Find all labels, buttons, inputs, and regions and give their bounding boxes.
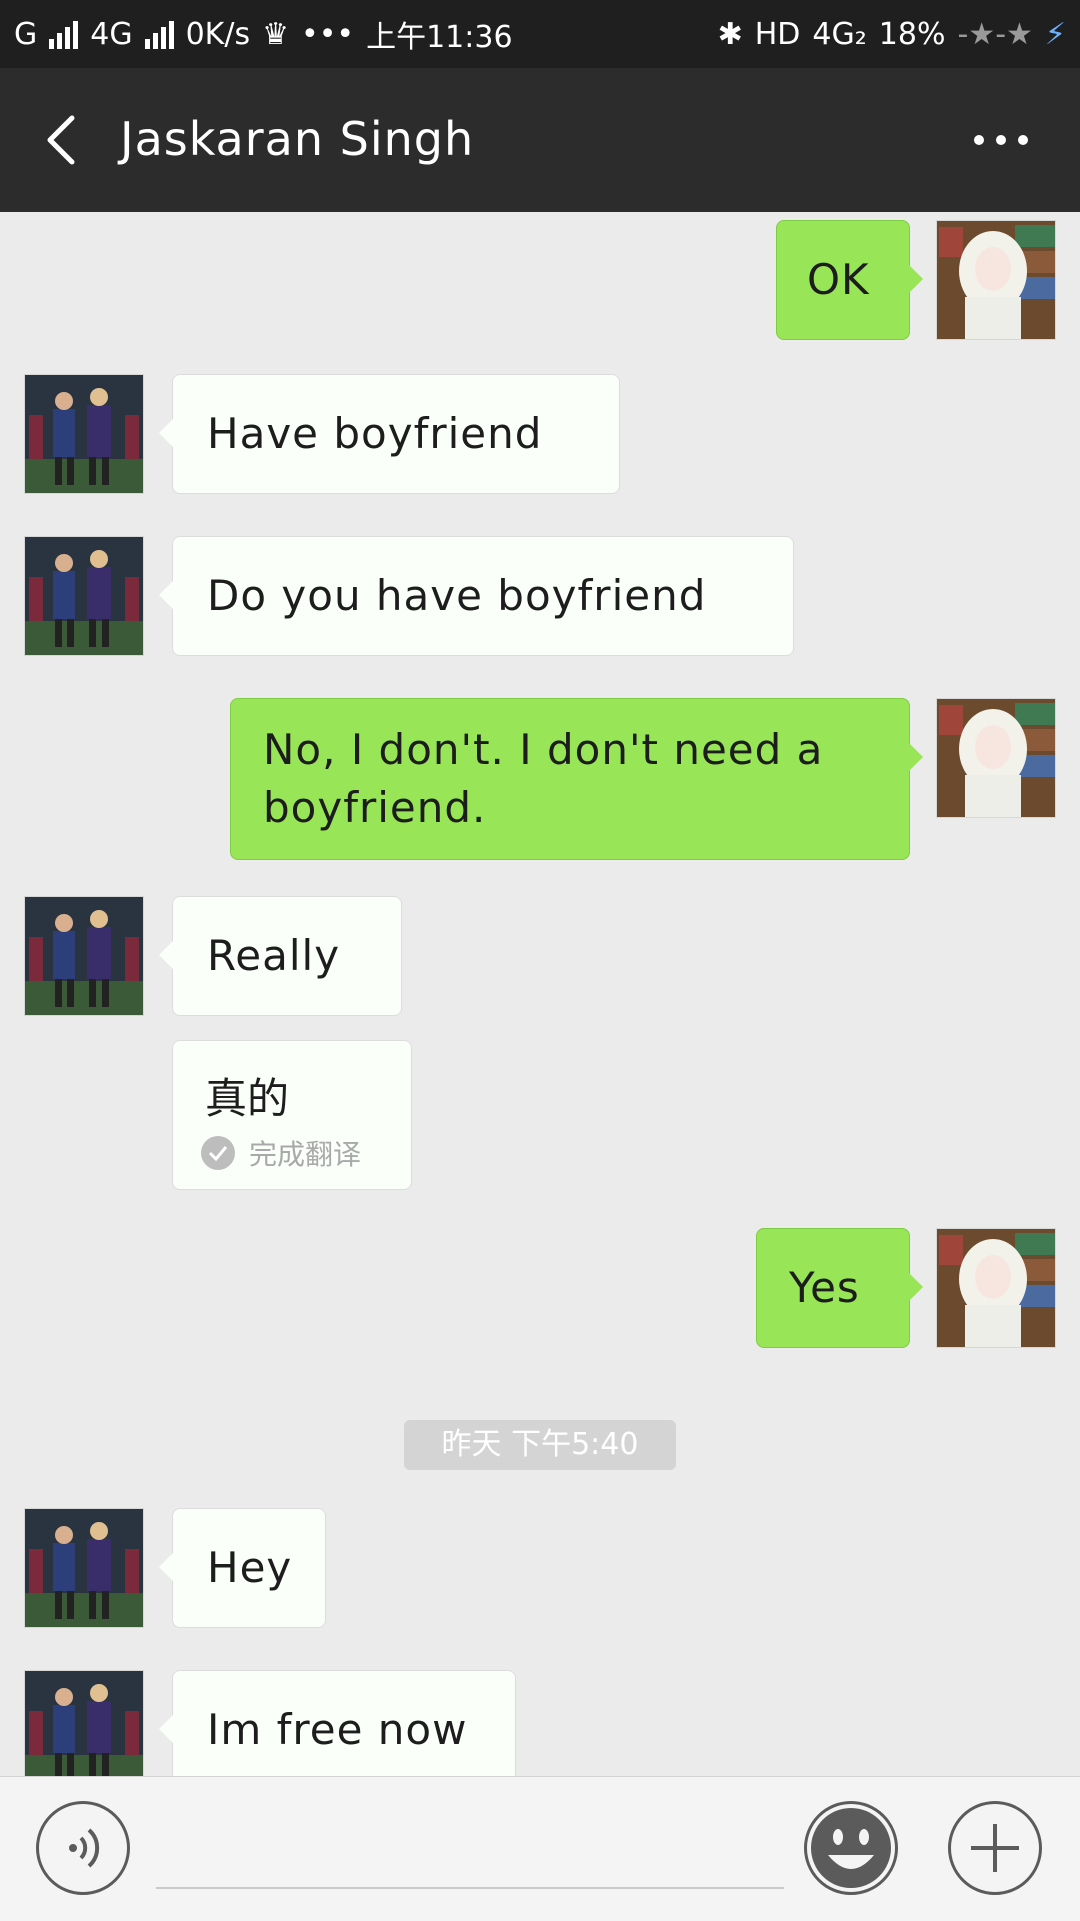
contact-avatar[interactable] [24,374,144,494]
status-right: ✱ HD 4G₂ 18% -★-★ ⚡ [718,17,1066,52]
hd-label: HD [754,16,801,52]
clock: 上午11:36 [366,20,513,55]
translation-card[interactable]: 真的 完成翻译 [172,1040,412,1190]
battery-label: 18% [878,16,946,52]
avatar-girl-icon [937,1229,1055,1347]
contact-avatar[interactable] [24,896,144,1016]
message-bubble-outgoing[interactable]: No, I don't. I don't need a boyfriend. [230,698,923,860]
charging-icon: ⚡ [1044,16,1066,52]
message-input[interactable] [156,1817,784,1889]
voice-icon [69,1828,100,1868]
speed-label: 0K/s [185,16,251,52]
page-title: Jaskaran Singh [120,112,475,166]
signal-icon-2 [144,19,174,49]
status-bar: G 4G 0K/s ♛ ••• 上午11:36 ✱ HD 4G₂ 18% -★-… [0,0,1080,68]
status-left: G 4G 0K/s ♛ ••• 上午11:36 [14,12,513,56]
chat-area[interactable]: OK Have boyfriend Do you have boyfriend … [0,212,1080,1776]
message-bubble-outgoing[interactable]: OK [776,220,923,340]
contact-avatar[interactable] [24,536,144,656]
signal-icon [49,19,79,49]
translation-status-label: 完成翻译 [249,1138,362,1171]
avatar-football-icon [25,1671,143,1776]
my-avatar[interactable] [936,220,1056,340]
contact-avatar[interactable] [24,1670,144,1776]
my-avatar[interactable] [936,1228,1056,1348]
more-options-button[interactable] [966,120,1036,160]
timestamp-divider: 昨天 下午5:40 [404,1420,676,1470]
back-button[interactable] [36,112,86,168]
message-bubble-incoming[interactable]: Have boyfriend [159,374,620,494]
plus-icon [971,1824,1019,1872]
more-dots-icon [974,135,1028,145]
avatar-girl-icon [937,221,1055,339]
avatar-football-icon [25,537,143,655]
message-bubble-incoming[interactable]: Hey [159,1508,326,1628]
chevron-left-icon [47,115,75,165]
my-avatar[interactable] [936,698,1056,818]
carrier-label: G [14,16,38,52]
translation-text: 真的 [205,1074,290,1123]
emoji-icon [811,1808,891,1888]
check-circle-icon [201,1136,235,1170]
chat-header: Jaskaran Singh [0,68,1080,212]
battery-stars-icon: -★-★ [957,16,1033,52]
network-type-label: 4G₂ [812,16,867,52]
message-bubble-outgoing[interactable]: Yes [756,1228,923,1348]
message-bubble-incoming[interactable]: Im free now [159,1670,516,1776]
message-bubble-incoming[interactable]: Really [159,896,402,1016]
crown-icon: ♛ [262,16,289,52]
bluetooth-icon: ✱ [717,16,743,52]
avatar-girl-icon [937,699,1055,817]
avatar-football-icon [25,375,143,493]
contact-avatar[interactable] [24,1508,144,1628]
translation-status: 完成翻译 [201,1133,361,1173]
more-actions-button[interactable] [948,1801,1042,1895]
network-label: 4G [90,16,133,52]
message-bubble-incoming[interactable]: Do you have boyfriend [159,536,794,656]
input-bar [0,1776,1080,1921]
voice-input-button[interactable] [36,1801,130,1895]
avatar-football-icon [25,897,143,1015]
avatar-football-icon [25,1509,143,1627]
emoji-button[interactable] [804,1801,898,1895]
more-notifications-icon: ••• [301,16,355,52]
